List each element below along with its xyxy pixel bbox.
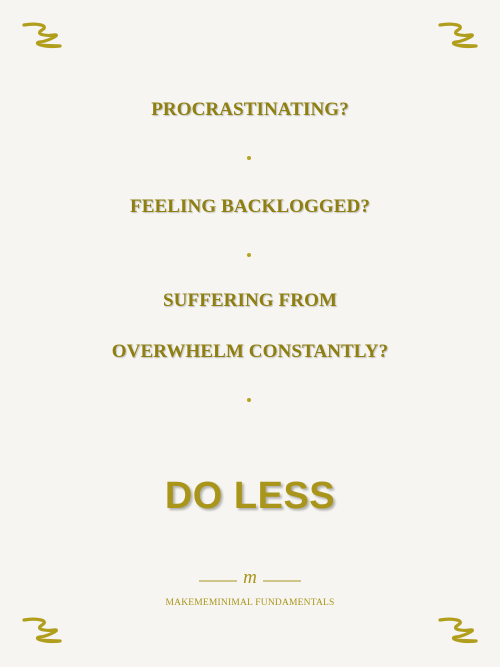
question-overwhelm-line-2: OVERWHELM CONSTANTLY? bbox=[111, 341, 389, 362]
logo-letter: m bbox=[243, 567, 257, 588]
dot-icon bbox=[247, 398, 251, 402]
squiggle-icon bbox=[20, 616, 64, 646]
headline: DO LESS bbox=[164, 475, 336, 517]
question-backlogged: FEELING BACKLOGGED? bbox=[130, 196, 370, 217]
question-procrastinating: PROCRASTINATING? bbox=[151, 99, 349, 120]
question-overwhelm-line-1: SUFFERING FROM bbox=[163, 290, 337, 311]
poster: PROCRASTINATING? FEELING BACKLOGGED? SUF… bbox=[0, 0, 500, 667]
squiggle-icon bbox=[20, 21, 64, 51]
dot-icon bbox=[247, 253, 251, 257]
brand-name: MAKEMEMINIMAL FUNDAMENTALS bbox=[165, 598, 335, 608]
squiggle-icon bbox=[436, 616, 480, 646]
logo: m bbox=[195, 567, 305, 590]
dot-icon bbox=[247, 156, 251, 160]
squiggle-icon bbox=[436, 21, 480, 51]
